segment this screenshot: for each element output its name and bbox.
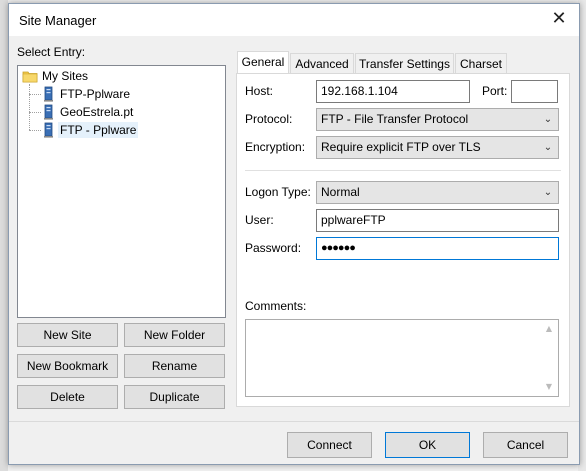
- ok-button[interactable]: OK: [385, 432, 470, 458]
- protocol-label: Protocol:: [245, 112, 293, 126]
- port-input[interactable]: [511, 80, 558, 103]
- rename-label: Rename: [151, 359, 198, 373]
- select-entry-label: Select Entry:: [17, 45, 86, 59]
- tree-connector: [29, 130, 41, 131]
- delete-label: Delete: [50, 390, 85, 404]
- duplicate-label: Duplicate: [149, 390, 200, 404]
- chevron-down-icon: ⌄: [543, 114, 553, 125]
- new-site-label: New Site: [43, 328, 92, 342]
- encryption-select[interactable]: Require explicit FTP over TLS ⌄: [316, 136, 559, 159]
- tree-connector: [29, 112, 41, 113]
- cancel-label: Cancel: [506, 438, 545, 452]
- site-manager-dialog: Site Manager ✕ Select Entry: My Sites FT…: [8, 3, 580, 465]
- tab-general[interactable]: General: [237, 51, 289, 74]
- tab-advanced-label: Advanced: [295, 57, 349, 71]
- logon-type-label: Logon Type:: [245, 185, 311, 199]
- footer-separator: [9, 421, 579, 422]
- separator: [245, 170, 561, 171]
- protocol-select[interactable]: FTP - File Transfer Protocol ⌄: [316, 108, 559, 131]
- background-window-left: [0, 0, 8, 471]
- site-tree[interactable]: My Sites FTP-Pplware GeoEstrela.pt FTP -…: [17, 65, 226, 318]
- new-folder-label: New Folder: [143, 328, 206, 342]
- ok-label: OK: [418, 438, 437, 452]
- comments-textarea[interactable]: ▲ ▼: [245, 319, 559, 397]
- tree-root-label: My Sites: [42, 69, 89, 83]
- close-icon[interactable]: ✕: [545, 8, 573, 32]
- tree-item-label: GeoEstrela.pt: [60, 105, 134, 119]
- new-bookmark-label: New Bookmark: [26, 359, 109, 373]
- delete-button[interactable]: Delete: [17, 385, 118, 409]
- user-label: User:: [245, 213, 274, 227]
- chevron-down-icon: ⌄: [543, 187, 553, 198]
- scroll-down-icon[interactable]: ▼: [541, 380, 557, 394]
- encryption-value: Require explicit FTP over TLS: [321, 140, 481, 154]
- tab-general-label: General: [241, 55, 285, 69]
- new-bookmark-button[interactable]: New Bookmark: [17, 354, 118, 378]
- tab-transfer-settings-label: Transfer Settings: [359, 57, 450, 71]
- tab-charset-label: Charset: [459, 57, 503, 71]
- tree-item-label: FTP-Pplware: [60, 87, 131, 101]
- host-input[interactable]: 192.168.1.104: [316, 80, 470, 103]
- folder-icon: [22, 71, 38, 83]
- password-input[interactable]: ●●●●●●: [316, 237, 559, 260]
- server-icon: [44, 86, 53, 102]
- tree-connector: [29, 84, 30, 130]
- server-icon: [44, 122, 53, 138]
- new-site-button[interactable]: New Site: [17, 323, 118, 347]
- user-input[interactable]: pplwareFTP: [316, 209, 559, 232]
- comments-label: Comments:: [245, 299, 307, 313]
- general-tab-panel: Host: 192.168.1.104 Port: Protocol: FTP …: [236, 73, 570, 407]
- duplicate-button[interactable]: Duplicate: [124, 385, 225, 409]
- encryption-label: Encryption:: [245, 140, 306, 154]
- new-folder-button[interactable]: New Folder: [124, 323, 225, 347]
- host-label: Host:: [245, 84, 274, 98]
- tab-transfer-settings[interactable]: Transfer Settings: [355, 53, 454, 74]
- tree-connector: [29, 94, 41, 95]
- window-title: Site Manager: [19, 13, 97, 28]
- title-bar: Site Manager ✕: [9, 4, 579, 36]
- tab-advanced[interactable]: Advanced: [290, 53, 354, 74]
- tree-item-label: FTP - Pplware: [58, 122, 139, 138]
- logon-type-select[interactable]: Normal ⌄: [316, 181, 559, 204]
- tab-charset[interactable]: Charset: [455, 53, 507, 74]
- server-icon: [44, 104, 53, 120]
- connect-button[interactable]: Connect: [287, 432, 372, 458]
- chevron-down-icon: ⌄: [543, 142, 553, 153]
- connect-label: Connect: [307, 438, 352, 452]
- password-label: Password:: [245, 241, 302, 255]
- logon-type-value: Normal: [321, 185, 360, 199]
- rename-button[interactable]: Rename: [124, 354, 225, 378]
- port-label: Port:: [482, 84, 508, 98]
- cancel-button[interactable]: Cancel: [483, 432, 568, 458]
- scroll-up-icon[interactable]: ▲: [541, 322, 557, 336]
- protocol-value: FTP - File Transfer Protocol: [321, 112, 469, 126]
